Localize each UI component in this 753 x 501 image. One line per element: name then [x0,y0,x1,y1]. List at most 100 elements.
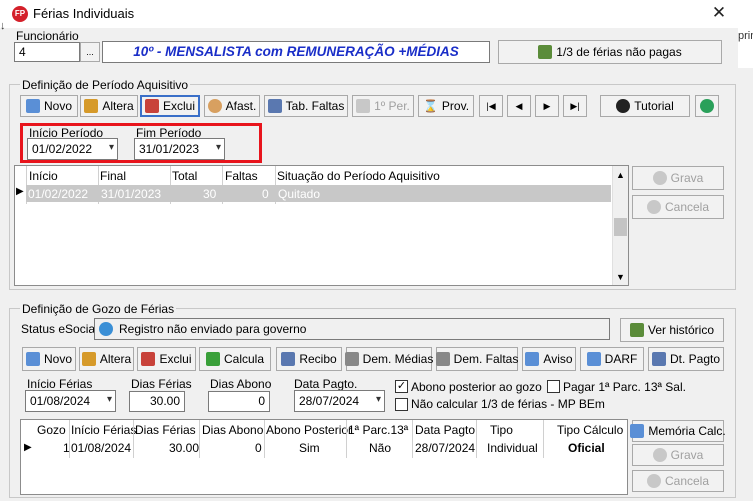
enj-notice-label: Aviso [543,352,573,366]
new-document-icon [25,352,40,366]
row-vac-start: 01/08/2024 [71,441,132,455]
nav-first-button[interactable]: |◀ [479,95,503,117]
nav-prev-button[interactable]: ◀ [507,95,531,117]
acq-edit-button[interactable]: Altera [80,95,138,117]
calendar-icon [356,99,371,113]
employee-input[interactable]: 4 [14,42,80,62]
edit-icon [81,352,96,366]
document-icon [630,424,645,438]
chevron-down-icon: ▾ [375,394,381,405]
tutorial-button[interactable]: Tutorial [600,95,690,117]
prev-record-icon: ◀ [515,100,523,111]
table-row[interactable]: 01/02/2022 31/01/2023 30 0 Quitado [26,185,611,202]
row-calc-type: Oficial [568,441,605,455]
pay-date-value: 28/07/2024 [299,394,360,408]
acq-save-label: Grava [670,171,704,185]
row-parc13: Não [369,441,392,455]
acq-save-button[interactable]: Grava [632,166,724,190]
history-icon [629,323,644,337]
enj-cancel-button[interactable]: Cancela [632,470,724,492]
col-header-calc-type: Tipo Cálculo [557,423,624,437]
pagar-13-checkbox[interactable] [547,380,560,393]
abono-posterior-checkbox[interactable]: ✓ [395,380,408,393]
table-icon [281,352,296,366]
acq-new-button[interactable]: Novo [20,95,78,117]
enj-delete-button[interactable]: Exclui [137,347,196,371]
scroll-up-icon[interactable]: ▲ [616,170,625,180]
row-pay-date: 28/07/2024 [415,441,476,455]
bonus-days-input[interactable]: 0 [208,391,270,412]
acq-scrollbar[interactable]: ▲ ▼ [612,166,628,285]
enj-darf-label: DARF [604,352,638,366]
col-header-parc13: 1ª Parc.13ª [348,423,409,437]
acq-leave-button[interactable]: Afast. [204,95,260,117]
nao-calcular-label: Não calcular 1/3 de férias - MP BEm [411,397,605,411]
acq-cancel-button[interactable]: Cancela [632,195,724,219]
esocial-status-label: Status eSocial: [21,322,102,336]
background-fragment-right: prin [738,28,753,68]
col-header-end: Final [100,169,127,183]
acq-first-period-label: 1º Per. [374,99,410,113]
col-header-pay-date: Data Pagto [415,423,476,437]
enj-notice-button[interactable]: Aviso [522,347,576,371]
refresh-icon [700,99,714,113]
period-start-input[interactable]: 01/02/2022 ▾ [27,138,118,160]
row-vac-days: 30.00 [169,441,200,455]
vac-start-input[interactable]: 01/08/2024 ▾ [25,390,116,412]
history-button[interactable]: Ver histórico [620,318,724,342]
unpaid-third-label: 1/3 de férias não pagas [556,45,682,59]
cancel-icon [646,474,661,488]
row-start: 01/02/2022 [28,187,89,201]
enj-save-button[interactable]: Grava [632,444,724,466]
employee-label: Funcionário [16,29,79,43]
enj-receipt-button[interactable]: Recibo [276,347,342,371]
enjoyment-grid: Gozo Início Férias Dias Férias Dias Abon… [20,419,628,495]
scroll-thumb[interactable] [614,218,627,236]
tutorial-label: Tutorial [634,99,674,113]
col-header-status: Situação do Período Aquisitivo [277,169,440,183]
acq-absence-table-label: Tab. Faltas [285,99,345,113]
acq-first-period-button[interactable]: 1º Per. [352,95,414,117]
new-document-icon [25,99,40,113]
employee-lookup-button[interactable]: ... [80,42,100,62]
pay-date-input[interactable]: 28/07/2024 ▾ [294,390,385,412]
close-icon[interactable]: ✕ [707,2,731,24]
chevron-down-icon: ▾ [106,394,112,405]
row-absences: 0 [262,187,269,201]
acq-absence-table-button[interactable]: Tab. Faltas [264,95,348,117]
col-header-gozo: Gozo [37,423,66,437]
table-row[interactable]: 1 01/08/2024 30.00 0 Sim Não 28/07/2024 … [33,439,628,457]
col-header-type: Tipo [490,423,513,437]
period-end-value: 31/01/2023 [139,142,200,156]
period-end-input[interactable]: 31/01/2023 ▾ [134,138,225,160]
unpaid-third-button[interactable]: 1/3 de férias não pagas [498,40,722,64]
enj-calculate-button[interactable]: Calcula [199,347,271,371]
nao-calcular-checkbox[interactable] [395,398,408,411]
row-abono-posterior: Sim [299,441,320,455]
acquisition-grid: Início Final Total Faltas Situação do Pe… [14,165,629,286]
acq-leave-label: Afast. [225,99,257,113]
enj-edit-label: Altera [99,352,132,366]
enj-new-button[interactable]: Novo [22,347,76,371]
acq-delete-button[interactable]: Exclui [140,95,200,117]
enj-absence-stmt-button[interactable]: Dem. Faltas [435,347,518,371]
nav-next-button[interactable]: ▶ [535,95,559,117]
enj-avg-stmt-button[interactable]: Dem. Médias [344,347,433,371]
pay-date-label: Data Pagto. [294,377,358,391]
enj-delete-label: Exclui [159,352,192,366]
nav-last-button[interactable]: ▶| [563,95,587,117]
refresh-button[interactable] [695,95,719,117]
acq-prov-button[interactable]: ⌛ Prov. [418,95,474,117]
vac-days-input[interactable]: 30.00 [129,391,185,412]
table-icon [267,99,282,113]
acquisition-section-title: Definição de Período Aquisitivo [20,78,191,92]
memory-calc-button[interactable]: Memória Calc. [630,420,726,442]
scroll-down-icon[interactable]: ▼ [616,272,625,282]
edit-icon [84,99,99,113]
pagar-13-label: Pagar 1ª Parc. 13ª Sal. [563,380,686,394]
col-header-total: Total [172,169,198,183]
enj-pay-date-button[interactable]: Dt. Pagto [648,347,724,371]
enj-edit-button[interactable]: Altera [79,347,134,371]
enj-darf-button[interactable]: DARF [580,347,644,371]
first-record-icon: |◀ [486,100,496,111]
